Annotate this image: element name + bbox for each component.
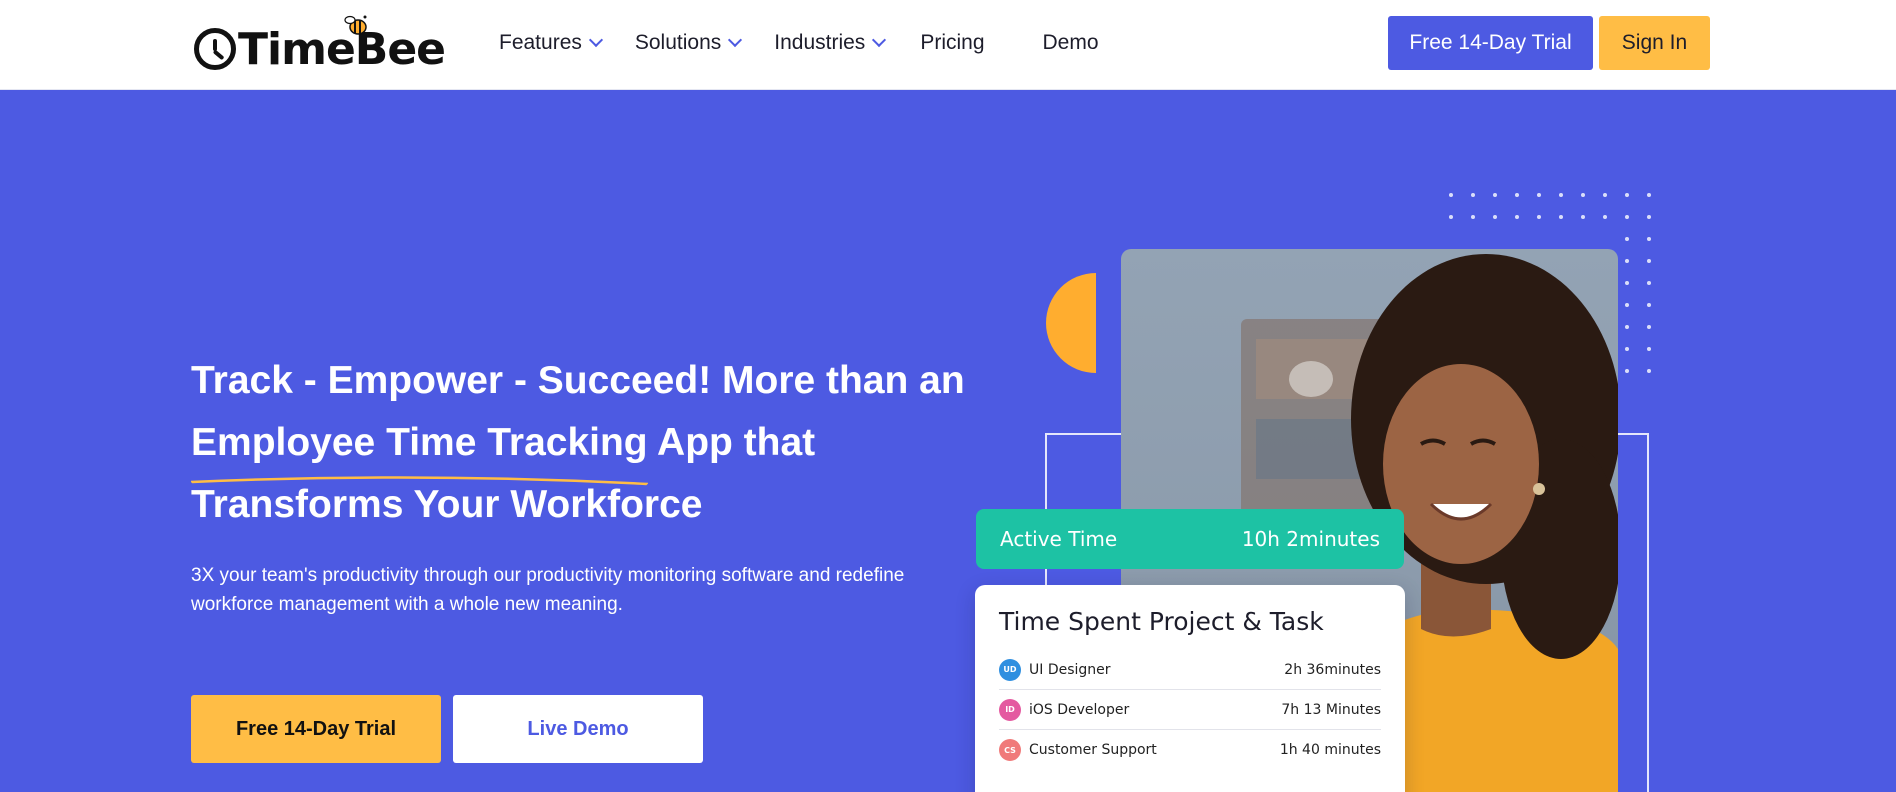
live-demo-button[interactable]: Live Demo [453,695,703,763]
decorative-dot [1493,193,1497,197]
chevron-down-icon [728,32,743,48]
task-time: 1h 40 minutes [1279,742,1381,758]
decorative-dot [1647,325,1651,329]
nav-industries[interactable]: Industries [774,31,887,55]
decorative-dot [1647,193,1651,197]
task-name: iOS Developer [1029,701,1130,718]
sign-in-button[interactable]: Sign In [1599,16,1710,70]
decorative-dot [1625,303,1629,307]
decorative-dot [1647,369,1651,373]
decorative-dot [1471,215,1475,219]
decorative-dot [1449,215,1453,219]
task-time: 7h 13 Minutes [1281,701,1381,718]
highlight-underline [191,476,648,486]
decorative-dot [1625,215,1629,219]
active-time-value: 10h 2minutes [1241,527,1380,551]
headline-highlight: Employee Time Tracking [191,412,648,486]
task-avatar-badge: CS [999,739,1021,761]
decorative-dot [1515,215,1519,219]
decorative-dot [1625,193,1629,197]
decorative-dot [1625,325,1629,329]
decorative-dot [1647,215,1651,219]
decorative-dot [1625,281,1629,285]
decorative-dot [1537,215,1541,219]
time-spent-card: Time Spent Project & Task UD UI Designer… [975,585,1405,792]
bee-icon [344,15,367,35]
headline-part-1: Track - Empower - Succeed! More than an [191,359,965,402]
task-name: UI Designer [1029,661,1111,678]
decorative-dot [1603,215,1607,219]
decorative-dot [1647,259,1651,263]
decorative-dot [1625,237,1629,241]
nav-features-label: Features [499,31,582,54]
active-time-label: Active Time [1000,527,1118,551]
decorative-dot [1559,215,1563,219]
main-nav: Features Solutions Industries Pricing De… [499,0,1099,86]
chevron-down-icon [588,32,603,48]
timebee-logo[interactable]: TimeBee [194,14,446,76]
decorative-dot [1647,281,1651,285]
nav-pricing-label: Pricing [920,31,985,54]
decorative-dot [1537,193,1541,197]
headline-highlight-text: Employee Time Tracking [191,421,648,464]
nav-demo-label: Demo [1042,31,1099,54]
task-time: 2h 36minutes [1284,661,1381,678]
decorative-dot [1603,193,1607,197]
time-spent-title: Time Spent Project & Task [999,607,1324,636]
decorative-dot [1559,193,1563,197]
hero-subtext: 3X your team's productivity through our … [191,565,905,615]
task-row: UD UI Designer 2h 36minutes [999,650,1381,690]
decorative-dot [1471,193,1475,197]
decorative-half-circle [1046,273,1096,373]
decorative-dot [1449,193,1453,197]
decorative-dot [1625,369,1629,373]
chevron-down-icon [872,32,887,48]
decorative-dot [1581,215,1585,219]
decorative-dot [1625,259,1629,263]
decorative-dot [1647,347,1651,351]
decorative-dot [1647,237,1651,241]
nav-industries-label: Industries [774,31,866,54]
task-name: Customer Support [1029,742,1157,758]
free-trial-header-button[interactable]: Free 14-Day Trial [1388,16,1593,70]
decorative-dot [1515,193,1519,197]
nav-features[interactable]: Features [499,31,603,55]
task-avatar-badge: ID [999,698,1021,721]
decorative-dot [1581,193,1585,197]
task-row: ID iOS Developer 7h 13 Minutes [999,690,1381,730]
task-avatar-badge: UD [999,658,1021,681]
decorative-dot [1647,303,1651,307]
nav-solutions[interactable]: Solutions [634,31,743,55]
nav-solutions-label: Solutions [634,31,722,54]
hero-headline: Track - Empower - Succeed! More than an … [191,350,971,536]
task-row: CS Customer Support 1h 40 minutes [999,730,1381,770]
active-time-card: Active Time 10h 2minutes [976,509,1404,569]
decorative-dot [1493,215,1497,219]
free-trial-hero-button[interactable]: Free 14-Day Trial [191,695,441,763]
nav-pricing[interactable]: Pricing [920,31,984,55]
top-header: TimeBee Features Solutions Industries Pr… [0,0,1896,90]
stopwatch-icon [194,28,236,70]
nav-demo[interactable]: Demo [1043,31,1099,55]
decorative-dot [1625,347,1629,351]
